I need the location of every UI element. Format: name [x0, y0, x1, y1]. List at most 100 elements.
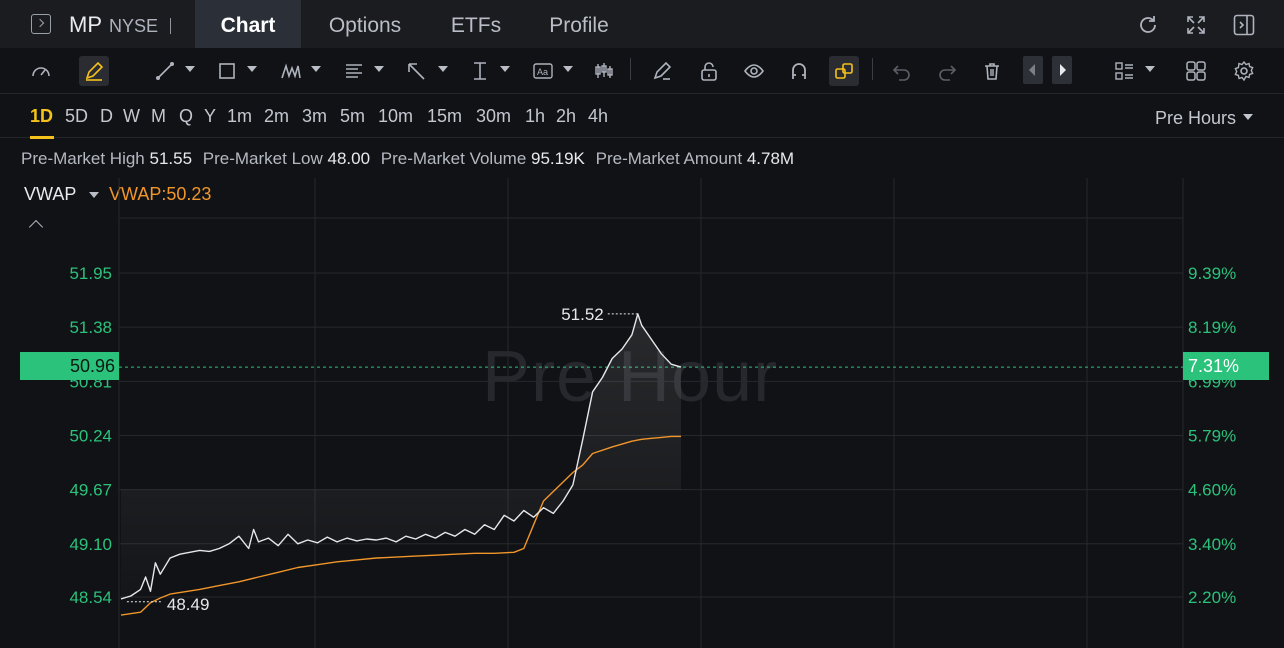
- tab-chart[interactable]: Chart: [195, 0, 301, 48]
- top-bar: MP NYSE Chart Options ETFs Profile: [0, 0, 1284, 48]
- undo-button[interactable]: [887, 56, 917, 86]
- pencil-draw-tool[interactable]: [79, 56, 109, 86]
- scroll-right-button[interactable]: [1052, 56, 1072, 84]
- y-axis-right: 9.39%8.19%6.99%5.79%4.60%3.40%2.20%: [1188, 264, 1236, 607]
- wave-pattern-icon: [281, 63, 301, 79]
- premarket-high-value: 51.55: [149, 149, 193, 168]
- layout-list-tool[interactable]: [1109, 56, 1139, 86]
- gear-icon: [1234, 60, 1254, 82]
- active-period-indicator: [30, 136, 54, 139]
- grid-icon: [1186, 61, 1206, 81]
- session-dropdown-icon[interactable]: [1243, 114, 1253, 120]
- period-w[interactable]: W: [123, 106, 140, 127]
- y-tick-label-right: 4.60%: [1188, 481, 1236, 500]
- period-1m[interactable]: 1m: [227, 106, 252, 127]
- exchange-label: NYSE: [109, 16, 159, 36]
- candles-tool[interactable]: [589, 56, 619, 86]
- trash-icon: [985, 63, 999, 80]
- tab-options[interactable]: Options: [310, 0, 420, 48]
- toolbar-divider: [630, 58, 631, 80]
- period-y[interactable]: Y: [204, 106, 216, 127]
- gauge-icon: [32, 67, 50, 77]
- period-1d[interactable]: 1D: [30, 106, 53, 127]
- undo-icon: [892, 65, 910, 81]
- list-layout-icon: [1115, 62, 1133, 80]
- measure-dropdown-icon[interactable]: [500, 66, 510, 72]
- trendline-icon: [156, 62, 174, 80]
- svg-text:Aa: Aa: [537, 67, 548, 77]
- current-price-tag: 50.96: [20, 352, 119, 380]
- multi-chart-tool[interactable]: [1181, 56, 1211, 86]
- measure-tool[interactable]: [465, 56, 495, 86]
- y-tick-label-left: 51.95: [69, 264, 112, 283]
- rectangle-dropdown-icon[interactable]: [247, 66, 257, 72]
- period-3m[interactable]: 3m: [302, 106, 327, 127]
- y-tick-label-right: 5.79%: [1188, 426, 1236, 445]
- rectangle-icon: [219, 63, 235, 79]
- text-tool[interactable]: Aa: [528, 56, 558, 86]
- session-select[interactable]: Pre Hours: [1155, 108, 1236, 129]
- period-2h[interactable]: 2h: [556, 106, 576, 127]
- chart-markers: 51.52 48.49: [126, 305, 638, 614]
- wave-dropdown-icon[interactable]: [311, 66, 321, 72]
- redo-icon: [939, 65, 957, 81]
- link-drawings-tool[interactable]: [829, 56, 859, 86]
- expand-sidebar-icon[interactable]: [31, 14, 51, 34]
- period-selector: 1D 5D D W M Q Y 1m 2m 3m 5m 10m 15m 30m …: [0, 96, 1284, 139]
- settings-button[interactable]: [1229, 56, 1259, 86]
- period-10m[interactable]: 10m: [378, 106, 413, 127]
- period-m[interactable]: M: [151, 106, 166, 127]
- drawing-toolbar: Aa: [0, 48, 1284, 94]
- redo-button[interactable]: [932, 56, 962, 86]
- tab-profile[interactable]: Profile: [535, 0, 623, 48]
- hide-drawings-tool[interactable]: [739, 56, 769, 86]
- collapse-panel-icon[interactable]: [1233, 14, 1255, 36]
- arrow-dropdown-icon[interactable]: [438, 66, 448, 72]
- text-dropdown-icon[interactable]: [563, 66, 573, 72]
- tab-etfs[interactable]: ETFs: [440, 0, 512, 48]
- magnet-icon: [792, 63, 806, 79]
- layout-dropdown-icon[interactable]: [1145, 66, 1155, 72]
- premarket-stats: Pre-Market High 51.55 Pre-Market Low 48.…: [21, 149, 800, 169]
- brush-tool[interactable]: [647, 56, 677, 86]
- price-range-icon: [474, 62, 486, 80]
- candlestick-icon: [595, 63, 613, 78]
- period-2m[interactable]: 2m: [264, 106, 289, 127]
- y-tick-label-right: 3.40%: [1188, 535, 1236, 554]
- fibonacci-tool[interactable]: [339, 56, 369, 86]
- period-d[interactable]: D: [100, 106, 113, 127]
- fibonacci-dropdown-icon[interactable]: [374, 66, 384, 72]
- y-tick-label-left: 48.54: [69, 588, 112, 607]
- y-tick-label-left: 49.67: [69, 481, 112, 500]
- scroll-left-button[interactable]: [1023, 56, 1043, 84]
- brush-icon: [653, 61, 672, 80]
- period-15m[interactable]: 15m: [427, 106, 462, 127]
- premarket-amount-label: Pre-Market Amount: [595, 149, 743, 168]
- trendline-dropdown-icon[interactable]: [185, 66, 195, 72]
- delete-drawings-button[interactable]: [977, 56, 1007, 86]
- period-q[interactable]: Q: [179, 106, 193, 127]
- period-5m[interactable]: 5m: [340, 106, 365, 127]
- lock-drawings-tool[interactable]: [694, 56, 724, 86]
- period-1h[interactable]: 1h: [525, 106, 545, 127]
- period-5d[interactable]: 5D: [65, 106, 88, 127]
- speedometer-tool[interactable]: [26, 56, 56, 86]
- premarket-low-label: Pre-Market Low: [202, 149, 323, 168]
- period-4h[interactable]: 4h: [588, 106, 608, 127]
- premarket-volume-label: Pre-Market Volume: [380, 149, 527, 168]
- period-30m[interactable]: 30m: [476, 106, 511, 127]
- wave-pattern-tool[interactable]: [276, 56, 306, 86]
- y-tick-label-left: 51.38: [69, 318, 112, 337]
- trendline-tool[interactable]: [150, 56, 180, 86]
- arrow-tool[interactable]: [401, 56, 431, 86]
- y-tick-label-left: 50.24: [69, 426, 112, 445]
- y-tick-label-right: 9.39%: [1188, 264, 1236, 283]
- refresh-icon[interactable]: [1137, 14, 1159, 36]
- magnet-tool[interactable]: [784, 56, 814, 86]
- unlock-icon: [701, 62, 717, 81]
- rectangle-tool[interactable]: [212, 56, 242, 86]
- y-tick-label-right: 2.20%: [1188, 588, 1236, 607]
- text-box-icon: Aa: [533, 63, 553, 79]
- price-chart[interactable]: 51.9551.3850.8150.2449.6749.1048.54 9.39…: [0, 178, 1284, 648]
- fullscreen-icon[interactable]: [1185, 14, 1207, 36]
